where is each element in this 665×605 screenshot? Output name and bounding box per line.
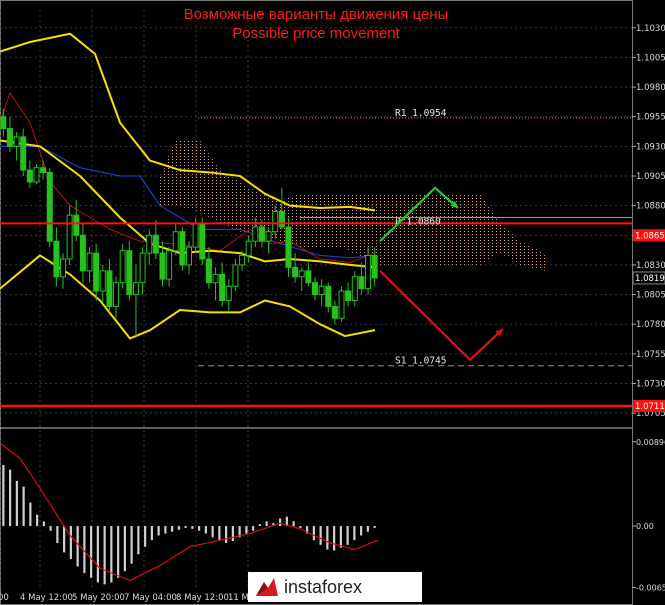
candle-body xyxy=(60,258,66,278)
candle-body xyxy=(6,128,13,147)
x-tick-label: 7 May 04:00 xyxy=(124,593,177,603)
instaforex-mark-icon xyxy=(256,578,278,596)
y-tick-label: 1.1030 xyxy=(636,24,665,34)
candle-body xyxy=(272,211,279,233)
candle-body xyxy=(219,273,226,301)
candle-body xyxy=(312,282,318,296)
candle-body xyxy=(245,240,252,256)
price-chart: 1.1030 1.1005 1.0980 1.0955 1.0930 1.0905 1.08… xyxy=(0,0,665,605)
y-tick-label: 1.0830 xyxy=(636,261,665,271)
level-label-P: P 1.0860 xyxy=(395,216,441,227)
level-label-S1: S1 1.0745 xyxy=(395,356,446,367)
candle-body xyxy=(252,226,259,242)
y-tick-label: 1.0805 xyxy=(636,291,665,301)
y-tick-label: 1.0905 xyxy=(636,172,665,182)
candle-body xyxy=(13,136,20,147)
candle-body xyxy=(66,214,73,260)
candle-body xyxy=(225,285,232,301)
candle-body xyxy=(298,270,305,278)
y-tick-label: 1.0930 xyxy=(636,142,665,152)
candle-body xyxy=(146,234,153,254)
candle-body xyxy=(331,305,338,319)
bearish-projection-arrow-path xyxy=(379,270,504,361)
candle-body xyxy=(0,116,7,130)
candle-body xyxy=(371,254,378,279)
candle-body xyxy=(338,290,345,319)
price-tag-label: 1.0819 xyxy=(635,274,665,284)
y-tick-label: 1.0980 xyxy=(636,83,665,93)
candle-body xyxy=(205,258,212,284)
candle-body xyxy=(132,282,139,296)
candle-body xyxy=(126,250,133,296)
instaforex-logo: instaforex xyxy=(248,572,422,602)
candle-body xyxy=(258,226,265,242)
candle-body xyxy=(99,270,106,292)
candle-body xyxy=(166,250,173,280)
candle-body xyxy=(139,252,146,284)
candle-body xyxy=(152,234,159,254)
y-tick-label: 1.1005 xyxy=(636,53,665,63)
y-tick-label: 1.0730 xyxy=(636,380,665,390)
candle-body xyxy=(172,231,179,252)
candle-body xyxy=(26,169,33,183)
candle-body xyxy=(93,252,100,292)
price-tag-label: 1.0711 xyxy=(635,402,665,412)
x-tick-label: 4 May 12:00 xyxy=(20,593,73,603)
candle-body xyxy=(73,214,80,236)
macd-signal-line xyxy=(0,442,379,582)
candle-body xyxy=(212,273,219,284)
candle-body xyxy=(199,222,206,260)
macd-tick-label: 0.00 xyxy=(636,522,654,531)
macd-tick-label: 0.00896 xyxy=(636,438,665,447)
candle-body xyxy=(239,254,246,266)
candle-body xyxy=(33,167,40,183)
candle-body xyxy=(351,276,358,301)
candle-body xyxy=(365,254,372,290)
watermark-text: instaforex xyxy=(284,576,363,597)
price-tag-label: 1.0865 xyxy=(635,231,665,241)
candle-body xyxy=(285,226,292,268)
chart-title-en: Possible price movement xyxy=(232,25,400,42)
candle-body xyxy=(53,240,60,278)
y-tick-label: 1.0955 xyxy=(636,113,665,123)
candle-body xyxy=(106,270,113,307)
candle-body xyxy=(186,246,192,266)
candle-body xyxy=(159,252,166,280)
candle-body xyxy=(113,282,120,307)
x-tick-label: 5 May 20:00 xyxy=(72,593,125,603)
x-tick-label: 8 May 12:00 xyxy=(176,593,229,603)
candle-body xyxy=(40,167,47,173)
candle-body xyxy=(345,290,352,301)
y-tick-label: 1.0780 xyxy=(636,320,665,330)
candle-body xyxy=(119,250,126,284)
chart-title-ru: Возможные варианты движения цены xyxy=(183,6,449,23)
y-tick-label: 1.0755 xyxy=(636,350,665,360)
candle-body xyxy=(232,264,239,287)
level-label-R1: R1 1.0954 xyxy=(395,108,447,119)
chart-window: 1.1030 1.1005 1.0980 1.0955 1.0930 1.0905 1.08… xyxy=(0,0,665,605)
candle-body xyxy=(325,285,332,307)
y-tick-label: 1.0880 xyxy=(636,202,665,212)
candle-body xyxy=(318,285,325,296)
x-tick-label: 00 xyxy=(0,593,9,603)
candle-body xyxy=(86,252,93,272)
candle-body xyxy=(179,231,186,266)
macd-tick-label: -0.00653 xyxy=(636,583,665,592)
candle-body xyxy=(305,270,312,284)
candle-body xyxy=(265,231,272,242)
chart-frame xyxy=(0,0,633,605)
candle-body xyxy=(20,136,27,171)
candle-body xyxy=(192,222,199,248)
candle-body xyxy=(292,266,299,278)
candle-body xyxy=(79,234,86,272)
candle-body xyxy=(278,211,285,228)
candle-body xyxy=(46,171,53,242)
candle-body xyxy=(358,276,365,290)
